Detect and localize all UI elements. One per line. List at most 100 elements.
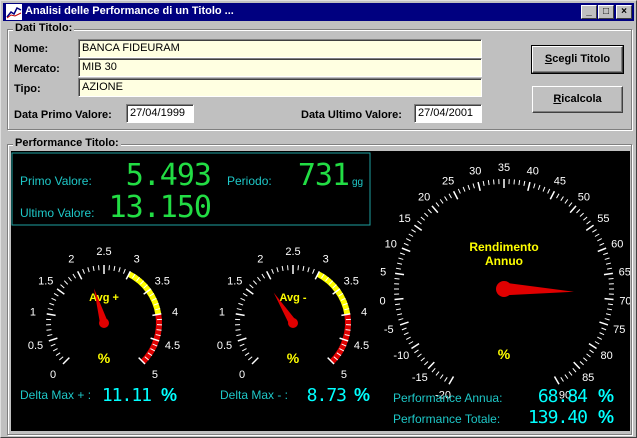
minor-tick (420, 216, 425, 221)
minor-tick (427, 209, 432, 214)
tick-label: 50 (578, 192, 590, 204)
minor-tick (605, 313, 612, 316)
minor-tick (439, 374, 444, 379)
tick-label: 25 (442, 175, 454, 187)
minor-tick (261, 273, 266, 279)
minor-tick (113, 265, 116, 272)
minor-tick (462, 186, 466, 192)
minor-tick (55, 352, 61, 357)
major-tick (603, 272, 613, 276)
tick-label: 15 (398, 213, 410, 225)
minor-tick (564, 199, 569, 204)
minor-tick (589, 349, 594, 354)
minor-tick (579, 212, 584, 217)
minor-tick (51, 297, 57, 301)
maximize-button[interactable]: □ (598, 5, 614, 19)
tick-label: -15 (412, 372, 428, 384)
data-ultimo-field[interactable]: 27/04/2001 (414, 104, 482, 123)
minor-tick (244, 352, 250, 357)
minor-tick (307, 267, 310, 273)
delta-plus-value: 11.11 (102, 385, 151, 406)
minor-tick (238, 302, 244, 306)
minor-tick (68, 276, 72, 282)
minor-tick (597, 238, 603, 242)
minor-tick (594, 341, 600, 345)
major-tick (527, 181, 531, 192)
minor-tick (312, 268, 315, 274)
minor-tick (444, 377, 448, 382)
major-tick (235, 313, 245, 317)
minor-tick (424, 361, 429, 366)
major-tick (401, 247, 411, 253)
tick-label: 0.5 (217, 340, 232, 352)
minor-tick (82, 268, 85, 274)
minor-tick (435, 371, 440, 376)
minor-tick (583, 357, 588, 362)
rendimento-gauge: -20-15-10-5051015202530 35 404550556065707… (379, 162, 631, 402)
tick-label: -10 (393, 350, 409, 362)
minor-tick (597, 336, 603, 340)
major-tick (56, 288, 65, 295)
minimize-button[interactable]: _ (581, 5, 597, 19)
minor-tick (52, 348, 58, 352)
mercato-field[interactable]: MIB 30 (78, 58, 482, 77)
ricalcola-rest: icalcola (561, 93, 602, 105)
minor-tick (395, 308, 401, 311)
minor-tick (457, 188, 461, 194)
minor-tick (403, 332, 409, 336)
major-tick (452, 190, 459, 200)
tick-label: 5 (341, 369, 347, 381)
tick-label: 10 (385, 239, 397, 251)
tick-label: 35 (498, 162, 510, 174)
minor-tick (439, 199, 444, 204)
close-icon: × (621, 6, 627, 17)
tick-label: 3.5 (344, 276, 359, 288)
close-button[interactable]: × (616, 5, 632, 19)
minor-tick (472, 183, 475, 189)
tick-label: 1.5 (38, 276, 53, 288)
data-primo-field[interactable]: 27/04/1999 (126, 104, 194, 123)
minor-tick (156, 329, 162, 331)
tick-label: 60 (611, 239, 623, 251)
gauge-unit: % (98, 350, 111, 366)
minor-tick (579, 361, 584, 366)
delta-minus-value: 8.73 (307, 385, 347, 406)
minor-tick (257, 276, 261, 282)
tick-label: 0 (50, 369, 56, 381)
minor-tick (47, 334, 53, 337)
tick-label: 80 (601, 350, 613, 362)
major-tick (573, 361, 581, 370)
minor-tick (395, 303, 401, 306)
minor-tick (444, 196, 448, 201)
minor-tick (399, 252, 405, 256)
scegli-titolo-button[interactable]: Scegli Titolo (531, 45, 624, 74)
minor-tick (401, 327, 407, 331)
minor-tick (607, 303, 613, 306)
primo-valore-value: 5.493 (126, 158, 211, 193)
minor-tick (599, 242, 605, 246)
ricalcola-button[interactable]: Ricalcola (532, 86, 623, 113)
avg-plus-gauge: 0 0.5 1 1.5 2 2.5 3 3.5 4 4.5 5 Avg +% (28, 246, 180, 381)
maximize-icon: □ (602, 6, 610, 17)
minor-tick (560, 377, 564, 382)
gauge-title-line2: Annuo (485, 254, 523, 268)
minor-tick (424, 212, 429, 217)
scegli-rest: cegli Titolo (552, 53, 611, 65)
needle-hub (496, 281, 512, 297)
major-tick (245, 288, 254, 295)
tipo-field[interactable]: AZIONE (78, 78, 482, 97)
title-bar[interactable]: Analisi delle Performance di un Titolo .… (3, 3, 634, 21)
avg-minus-gauge: 0 0.5 1 1.5 2 2.5 3 3.5 4 4.5 5 Avg -% (217, 246, 369, 381)
gauge-title-line1: Rendimento (469, 240, 538, 254)
minor-tick (239, 343, 245, 347)
minor-tick (533, 183, 536, 189)
tick-label: 2 (68, 254, 74, 266)
minor-tick (72, 273, 77, 279)
data-ultimo-label: Data Ultimo Valore: (301, 109, 402, 121)
minor-tick (247, 356, 253, 361)
major-tick (553, 376, 560, 385)
gauge-title: Avg + (89, 292, 119, 304)
nome-field[interactable]: BANCA FIDEURAM (78, 39, 482, 58)
needle-hub (99, 318, 109, 328)
minor-tick (592, 229, 597, 233)
